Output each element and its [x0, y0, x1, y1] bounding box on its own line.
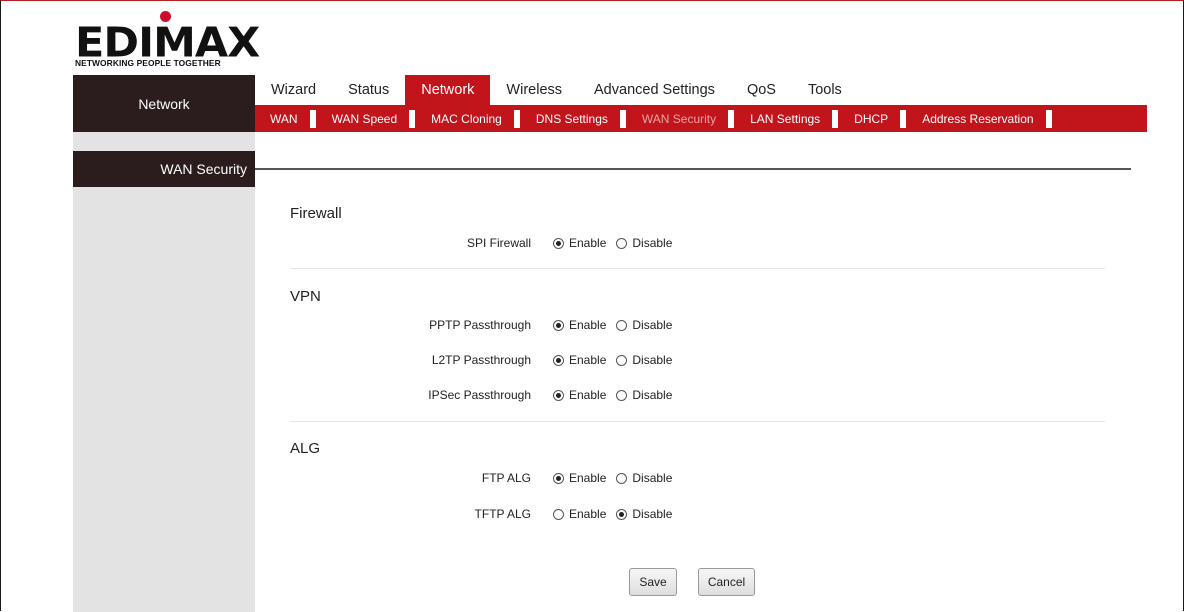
radio-empty-icon[interactable] [616, 389, 628, 401]
sidebar-item-wan-security[interactable]: WAN Security [73, 151, 255, 187]
tab-advanced-settings[interactable]: Advanced Settings [578, 75, 731, 105]
sidebar-header: Network [73, 75, 255, 132]
subnav-mac-cloning[interactable]: MAC Cloning [423, 109, 520, 128]
row-label: L2TP Passthrough [431, 353, 531, 367]
edimax-logo: EDIMAX NETWORKING PEOPLE TOGETHER [75, 9, 265, 69]
disable-radio[interactable]: Disable [616, 507, 672, 521]
radio-selected-icon[interactable] [553, 472, 564, 484]
section-title-firewall: Firewall [290, 205, 342, 222]
row-label: IPSec Passthrough [428, 388, 531, 402]
enable-radio[interactable]: Enable [553, 353, 606, 367]
tab-status[interactable]: Status [332, 75, 405, 105]
section-title-vpn: VPN [290, 288, 321, 305]
row-ipsec-passthrough: IPSec Passthrough Enable Disable [290, 385, 682, 405]
subnav-dns-settings[interactable]: DNS Settings [528, 109, 626, 128]
radio-empty-icon[interactable] [616, 319, 628, 331]
tab-network[interactable]: Network [405, 75, 491, 105]
radio-selected-icon[interactable] [553, 319, 564, 331]
row-ftp-alg: FTP ALG Enable Disable [290, 468, 682, 488]
section-title-alg: ALG [290, 440, 321, 457]
subnav-wan-speed[interactable]: WAN Speed [324, 109, 416, 128]
cancel-button[interactable]: Cancel [698, 568, 755, 596]
disable-radio[interactable]: Disable [616, 353, 672, 367]
page-frame: EDIMAX NETWORKING PEOPLE TOGETHER Networ… [0, 0, 1184, 612]
content-separator [255, 168, 1131, 170]
main-tabs: Wizard Status Network Wireless Advanced … [255, 75, 858, 105]
radio-empty-icon[interactable] [553, 508, 564, 520]
section-divider [290, 421, 1105, 422]
logo-tagline: NETWORKING PEOPLE TOGETHER [75, 58, 221, 68]
subnav-dhcp[interactable]: DHCP [846, 109, 907, 128]
enable-radio[interactable]: Enable [553, 388, 606, 402]
radio-selected-icon[interactable] [616, 508, 628, 520]
radio-empty-icon[interactable] [616, 354, 628, 366]
row-l2tp-passthrough: L2TP Passthrough Enable Disable [290, 350, 682, 370]
row-label: FTP ALG [481, 471, 531, 485]
enable-radio[interactable]: Enable [553, 236, 606, 250]
tab-qos[interactable]: QoS [731, 75, 792, 105]
tab-wizard[interactable]: Wizard [255, 75, 332, 105]
tab-wireless[interactable]: Wireless [490, 75, 578, 105]
row-label: SPI Firewall [466, 236, 531, 250]
disable-radio[interactable]: Disable [616, 318, 672, 332]
disable-radio[interactable]: Disable [616, 236, 672, 250]
section-divider [290, 268, 1105, 269]
subnav-wan-security[interactable]: WAN Security [634, 109, 735, 128]
row-tftp-alg: TFTP ALG Enable Disable [290, 504, 682, 524]
tab-tools[interactable]: Tools [792, 75, 858, 105]
enable-radio[interactable]: Enable [553, 318, 606, 332]
subnav-address-reservation[interactable]: Address Reservation [914, 109, 1052, 128]
radio-selected-icon[interactable] [553, 354, 564, 366]
radio-selected-icon[interactable] [553, 389, 564, 401]
row-spi-firewall: SPI Firewall Enable Disable [290, 233, 682, 253]
disable-radio[interactable]: Disable [616, 388, 672, 402]
row-label: TFTP ALG [474, 507, 531, 521]
enable-radio[interactable]: Enable [553, 507, 606, 521]
radio-empty-icon[interactable] [616, 472, 628, 484]
logo-dot [160, 11, 171, 22]
row-pptp-passthrough: PPTP Passthrough Enable Disable [290, 315, 682, 335]
radio-empty-icon[interactable] [616, 237, 628, 249]
subnav-lan-settings[interactable]: LAN Settings [742, 109, 839, 128]
disable-radio[interactable]: Disable [616, 471, 672, 485]
radio-selected-icon[interactable] [553, 237, 564, 249]
logo-wordmark: EDIMAX [75, 19, 260, 67]
enable-radio[interactable]: Enable [553, 471, 606, 485]
sub-nav: WAN WAN Speed MAC Cloning DNS Settings W… [255, 105, 1147, 132]
save-button[interactable]: Save [629, 568, 677, 596]
row-label: PPTP Passthrough [429, 318, 531, 332]
subnav-wan[interactable]: WAN [262, 109, 316, 128]
